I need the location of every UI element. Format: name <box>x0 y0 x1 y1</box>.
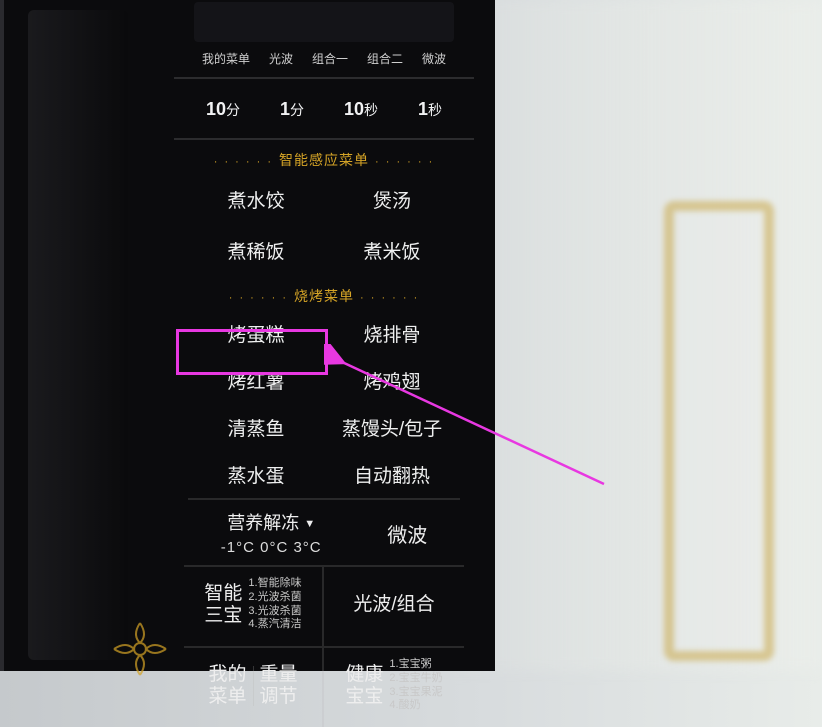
control-panel: 我的菜单 光波 组合一 组合二 微波 10分 1分 10秒 1秒 智能感应菜单 … <box>174 0 474 671</box>
mode-combo1: 组合一 <box>312 50 348 67</box>
menu-roast-sweet-potato[interactable]: 烤红薯 <box>188 357 324 404</box>
chevron-down-icon: ▼ <box>304 518 315 530</box>
time-10min-button[interactable]: 10分 <box>206 99 240 120</box>
thaw-row: 营养解冻 ▼ -1°C 0°C 3°C 微波 <box>174 500 474 565</box>
menu-steam-bun[interactable]: 蒸馒头/包子 <box>324 404 460 451</box>
mode-combo2: 组合二 <box>367 50 403 67</box>
mode-my-menu: 我的菜单 <box>202 50 250 67</box>
menu-rice[interactable]: 煮米饭 <box>324 225 460 276</box>
grill-menu-grid: 烤蛋糕 烧排骨 烤红薯 烤鸡翅 清蒸鱼 蒸馒头/包子 蒸水蛋 自动翻热 <box>174 310 474 498</box>
baby-list: 1.宝宝粥 2.宝宝牛奶 3.宝宝果泥 4.酸奶 <box>389 658 442 713</box>
time-1min-button[interactable]: 1分 <box>280 99 304 120</box>
menu-bake-cake[interactable]: 烤蛋糕 <box>188 310 324 357</box>
oven-door-glass <box>28 10 128 660</box>
lightwave-combo-button[interactable]: 光波/组合 <box>324 565 464 646</box>
bottom-row-1: 智能三宝 1.智能除味 2.光波杀菌 3.光波杀菌 4.蒸汽清洁 光波/组合 <box>174 565 474 646</box>
bottom-row-2: 我的菜单 重量调节 健康宝宝 1.宝宝粥 2.宝宝牛奶 3.宝宝果泥 4.酸奶 <box>174 646 474 727</box>
menu-porridge[interactable]: 煮稀饭 <box>188 225 324 276</box>
oven-body: 我的菜单 光波 组合一 组合二 微波 10分 1分 10秒 1秒 智能感应菜单 … <box>0 0 495 671</box>
smart-trio-button[interactable]: 智能三宝 1.智能除味 2.光波杀菌 3.光波杀菌 4.蒸汽清洁 <box>184 565 324 646</box>
thaw-temps: -1°C 0°C 3°C <box>221 539 322 556</box>
smart-menu-title: 智能感应菜单 <box>174 150 474 170</box>
time-button-row: 10分 1分 10秒 1秒 <box>174 79 474 140</box>
microwave-button[interactable]: 微波 <box>387 519 427 556</box>
baby-health-button[interactable]: 健康宝宝 1.宝宝粥 2.宝宝牛奶 3.宝宝果泥 4.酸奶 <box>324 646 464 727</box>
mode-microwave: 微波 <box>422 50 446 67</box>
background-vase <box>664 201 774 661</box>
divider <box>253 666 254 706</box>
menu-steam-fish[interactable]: 清蒸鱼 <box>188 404 324 451</box>
menu-steam-egg[interactable]: 蒸水蛋 <box>188 451 324 498</box>
menu-auto-reheat[interactable]: 自动翻热 <box>324 451 460 498</box>
my-menu-weight-button[interactable]: 我的菜单 重量调节 <box>184 646 324 727</box>
mode-indicator-row: 我的菜单 光波 组合一 组合二 微波 <box>174 42 474 79</box>
smart-trio-list: 1.智能除味 2.光波杀菌 3.光波杀菌 4.蒸汽清洁 <box>248 577 301 632</box>
menu-soup[interactable]: 煲汤 <box>324 174 460 225</box>
smart-menu-grid: 煮水饺 煲汤 煮稀饭 煮米饭 <box>174 174 474 276</box>
time-10sec-button[interactable]: 10秒 <box>344 99 378 120</box>
flower-icon <box>108 617 172 681</box>
menu-roast-wings[interactable]: 烤鸡翅 <box>324 357 460 404</box>
time-1sec-button[interactable]: 1秒 <box>418 99 442 120</box>
mode-lightwave: 光波 <box>269 50 293 67</box>
nutrient-thaw-button[interactable]: 营养解冻 ▼ -1°C 0°C 3°C <box>221 509 322 556</box>
menu-roast-ribs[interactable]: 烧排骨 <box>324 310 460 357</box>
led-display <box>194 2 454 42</box>
menu-boil-dumplings[interactable]: 煮水饺 <box>188 174 324 225</box>
grill-menu-title: 烧烤菜单 <box>174 286 474 306</box>
